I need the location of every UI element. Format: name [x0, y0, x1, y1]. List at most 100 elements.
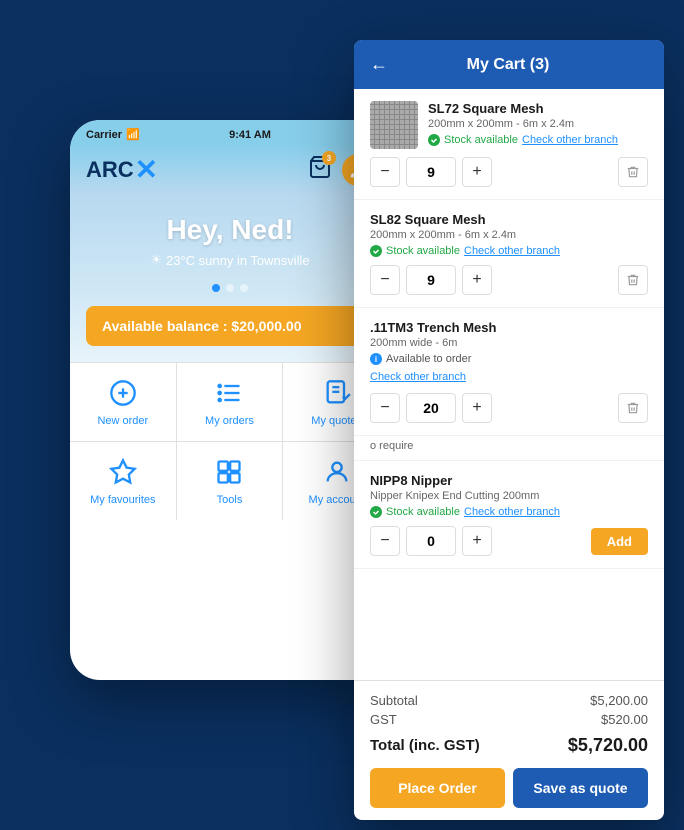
cart-item-1: SL72 Square Mesh 200mm x 200mm - 6m x 2.… [354, 89, 664, 200]
new-order-label: New order [97, 415, 148, 427]
item-3-delete-button[interactable] [618, 393, 648, 423]
nipper-spec: Nipper Knipex End Cutting 200mm [370, 490, 648, 502]
cart-button[interactable]: 3 [308, 155, 332, 184]
new-order-icon [107, 377, 139, 409]
cart-body[interactable]: SL72 Square Mesh 200mm x 200mm - 6m x 2.… [354, 89, 664, 680]
place-order-button[interactable]: Place Order [370, 768, 505, 808]
cart-item-1-top: SL72 Square Mesh 200mm x 200mm - 6m x 2.… [370, 101, 648, 149]
item-1-status: Stock available Check other branch [428, 134, 648, 146]
dot-1 [212, 284, 220, 292]
mobile-header: ARC ✕ 3 [70, 145, 390, 194]
item-2-delete-button[interactable] [618, 265, 648, 295]
item-2-status-text: Stock available [386, 245, 460, 257]
total-label: Total (inc. GST) [370, 737, 480, 754]
nipper-status: Stock available Check other branch [370, 506, 648, 518]
my-account-icon [321, 456, 353, 488]
item-1-qty-row: − 9 + [370, 157, 648, 187]
total-row: Total (inc. GST) $5,720.00 [370, 735, 648, 756]
nipper-branch-link[interactable]: Check other branch [464, 506, 560, 518]
nipper-minus-button[interactable]: − [370, 526, 400, 556]
item-2-spec: 200mm x 200mm - 6m x 2.4m [370, 229, 648, 241]
item-2-qty-row: − 9 + [370, 265, 648, 295]
item-3-info: .11TM3 Trench Mesh 200mm wide - 6m i Ava… [370, 320, 648, 385]
back-button[interactable]: ← [370, 54, 388, 75]
nipper-add-button[interactable]: Add [591, 528, 648, 555]
carousel-dots [86, 284, 374, 292]
dot-2 [226, 284, 234, 292]
item-3-quantity: 20 [406, 393, 456, 423]
item-2-info: SL82 Square Mesh 200mm x 200mm - 6m x 2.… [370, 212, 648, 257]
item-1-status-dot [428, 134, 440, 146]
hero-weather: ☀ 23°C sunny in Townsville [86, 252, 374, 268]
item-2-quantity: 9 [406, 265, 456, 295]
sun-icon: ☀ [150, 252, 162, 268]
item-2-status: Stock available Check other branch [370, 245, 648, 257]
mobile-app-screen: Carrier 📶 9:41 AM 🔋 ARC ✕ 3 [70, 120, 390, 680]
item-2-name: SL82 Square Mesh [370, 212, 648, 227]
item-3-plus-button[interactable]: + [462, 393, 492, 423]
hero-greeting: Hey, Ned! [86, 214, 374, 246]
balance-text: Available balance : $20,000.00 [102, 318, 302, 334]
subtotal-amount: $5,200.00 [590, 693, 648, 708]
cart-item-2: SL82 Square Mesh 200mm x 200mm - 6m x 2.… [354, 200, 664, 308]
item-3-spec: 200mm wide - 6m [370, 337, 648, 349]
tools-label: Tools [217, 494, 243, 506]
cart-item-3-top: .11TM3 Trench Mesh 200mm wide - 6m i Ava… [370, 320, 648, 385]
quick-actions-row2: My favourites Tools My account [70, 441, 390, 520]
item-3-status-dot: i [370, 353, 382, 365]
save-as-quote-button[interactable]: Save as quote [513, 768, 648, 808]
item-3-minus-button[interactable]: − [370, 393, 400, 423]
item-2-plus-button[interactable]: + [462, 265, 492, 295]
item-1-spec: 200mm x 200mm - 6m x 2.4m [428, 118, 648, 130]
total-amount: $5,720.00 [568, 735, 648, 756]
item-1-branch-link[interactable]: Check other branch [522, 134, 618, 146]
cart-header: ← My Cart (3) [354, 40, 664, 89]
cart-item-3: .11TM3 Trench Mesh 200mm wide - 6m i Ava… [354, 308, 664, 436]
item-3-status: i Available to order [370, 353, 648, 365]
item-2-status-dot [370, 245, 382, 257]
gst-row: GST $520.00 [370, 712, 648, 727]
dot-3 [240, 284, 248, 292]
item-1-delete-button[interactable] [618, 157, 648, 187]
my-quotes-icon [321, 377, 353, 409]
cart-footer: Subtotal $5,200.00 GST $520.00 Total (in… [354, 680, 664, 820]
item-1-info: SL72 Square Mesh 200mm x 200mm - 6m x 2.… [428, 101, 648, 149]
nipper-name: NIPP8 Nipper [370, 473, 648, 488]
gst-amount: $520.00 [601, 712, 648, 727]
weather-text: 23°C sunny in Townsville [166, 253, 310, 268]
cart-panel: ← My Cart (3) SL72 Square Mesh 200mm x 2… [354, 40, 664, 820]
cart-item-nipper-top: NIPP8 Nipper Nipper Knipex End Cutting 2… [370, 473, 648, 518]
tools-icon [213, 456, 245, 488]
item-3-branch-link[interactable]: Check other branch [370, 371, 466, 383]
arc-x-icon: ✕ [135, 153, 158, 186]
item-3-status-text: Available to order [386, 353, 471, 365]
my-orders-label: My orders [205, 415, 254, 427]
item-1-minus-button[interactable]: − [370, 157, 400, 187]
item-3-qty-row: − 20 + [370, 393, 648, 423]
my-favourites-button[interactable]: My favourites [70, 442, 177, 520]
arc-text: ARC [86, 157, 134, 183]
item-2-branch-link[interactable]: Check other branch [464, 245, 560, 257]
new-order-button[interactable]: New order [70, 363, 177, 441]
mobile-hero: Hey, Ned! ☀ 23°C sunny in Townsville Ava… [70, 194, 390, 362]
arc-logo: ARC ✕ [86, 153, 158, 186]
item-2-minus-button[interactable]: − [370, 265, 400, 295]
my-favourites-icon [107, 456, 139, 488]
cart-badge: 3 [322, 151, 336, 165]
nipper-quantity: 0 [406, 526, 456, 556]
nipper-plus-button[interactable]: + [462, 526, 492, 556]
footer-buttons: Place Order Save as quote [370, 768, 648, 808]
item-1-plus-button[interactable]: + [462, 157, 492, 187]
my-favourites-label: My favourites [90, 494, 155, 506]
tools-button[interactable]: Tools [177, 442, 284, 520]
cart-title: My Cart (3) [400, 56, 616, 74]
balance-bar[interactable]: Available balance : $20,000.00 › [86, 306, 374, 346]
require-text: o require [370, 440, 413, 452]
subtotal-row: Subtotal $5,200.00 [370, 693, 648, 708]
time-display: 9:41 AM [229, 129, 271, 141]
my-orders-icon [213, 377, 245, 409]
my-orders-button[interactable]: My orders [177, 363, 284, 441]
gst-label: GST [370, 712, 397, 727]
item-1-status-text: Stock available [444, 134, 518, 146]
item-3-name: .11TM3 Trench Mesh [370, 320, 648, 335]
